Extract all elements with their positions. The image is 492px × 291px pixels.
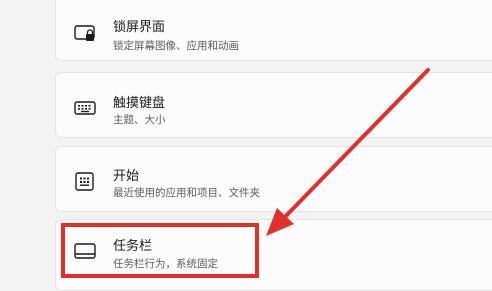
- annotation-arrow-icon: [266, 68, 430, 236]
